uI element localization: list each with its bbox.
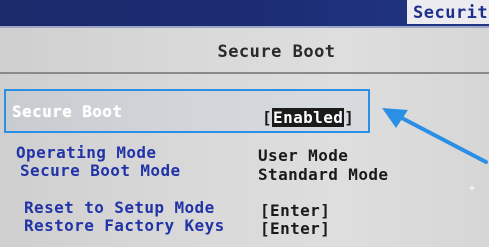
close-bracket: ]	[344, 108, 355, 127]
restore-factory-keys-option[interactable]: Restore Factory Keys	[24, 216, 225, 235]
open-bracket: [	[262, 108, 273, 127]
secure-boot-mode-value[interactable]: Standard Mode	[258, 165, 388, 184]
tab-security[interactable]: Securit	[407, 0, 489, 24]
reset-to-setup-mode-option[interactable]: Reset to Setup Mode	[24, 198, 215, 217]
secure-boot-value-text[interactable]: Enabled	[272, 108, 345, 127]
top-divider	[0, 26, 489, 28]
secure-boot-value[interactable]: [Enabled]	[262, 108, 354, 127]
bios-screen: Securit Secure Boot Secure Boot [Enabled…	[0, 0, 489, 247]
operating-mode-label: Operating Mode	[16, 143, 157, 162]
restore-factory-keys-value[interactable]: [Enter]	[260, 219, 330, 238]
annotation-arrow-icon	[382, 108, 488, 164]
screen-glare-mark: +	[469, 183, 476, 194]
operating-mode-value: User Mode	[258, 146, 349, 165]
reset-to-setup-mode-value[interactable]: [Enter]	[260, 201, 330, 220]
header-divider	[0, 72, 489, 74]
page-title: Secure Boot	[217, 42, 336, 62]
top-menu-bar: Securit	[0, 0, 489, 26]
secure-boot-option[interactable]: Secure Boot	[12, 102, 122, 121]
secure-boot-mode-label[interactable]: Secure Boot Mode	[20, 161, 181, 180]
